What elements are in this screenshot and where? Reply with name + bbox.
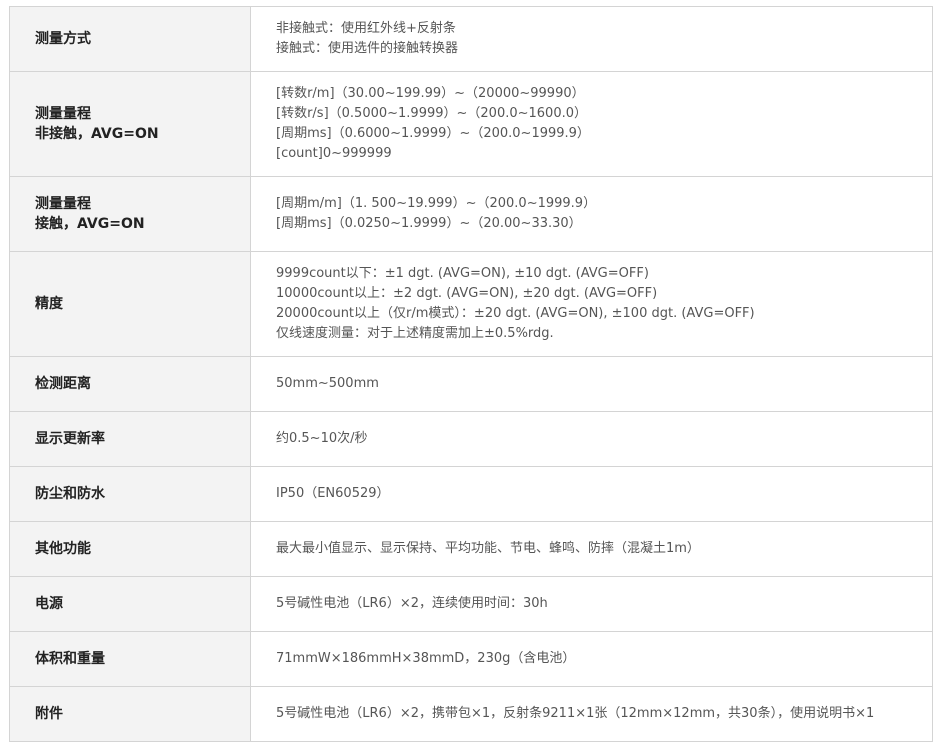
row-value-line: 71mmW×186mmH×38mmD，230g（含电池） bbox=[276, 651, 576, 666]
row-label-cell: 测量量程 非接触，AVG=ON bbox=[9, 71, 251, 177]
row-label: 显示更新率 bbox=[35, 431, 105, 447]
row-label: 附件 bbox=[35, 706, 63, 722]
spec-table-body: 测量方式 非接触式：使用红外线+反射条 接触式：使用选件的接触转换器 测量量程 … bbox=[9, 6, 933, 742]
table-row: 附件 5号碱性电池（LR6）×2，携带包×1，反射条9211×1张（12mm×1… bbox=[9, 686, 933, 742]
row-value-cell: [转数r/m]（30.00~199.99）~（20000~99990） [转数r… bbox=[250, 71, 933, 177]
row-value-cell: 最大最小值显示、显示保持、平均功能、节电、蜂鸣、防摔（混凝土1m） bbox=[250, 521, 933, 577]
row-label-cell: 测量量程 接触，AVG=ON bbox=[9, 176, 251, 252]
table-row: 电源 5号碱性电池（LR6）×2，连续使用时间：30h bbox=[9, 576, 933, 632]
row-value-cell: 约0.5~10次/秒 bbox=[250, 411, 933, 467]
row-value-cell: 50mm~500mm bbox=[250, 356, 933, 412]
table-row: 精度 9999count以下：±1 dgt. (AVG=ON), ±10 dgt… bbox=[9, 251, 933, 357]
row-value-line: 50mm~500mm bbox=[276, 376, 379, 391]
row-value-line: 9999count以下：±1 dgt. (AVG=ON), ±10 dgt. (… bbox=[276, 266, 649, 281]
row-value-line: [count]0~999999 bbox=[276, 146, 392, 161]
table-row: 测量量程 接触，AVG=ON [周期m/m]（1. 500~19.999）~（2… bbox=[9, 176, 933, 252]
row-label: 电源 bbox=[35, 596, 63, 612]
row-value-line: [周期m/m]（1. 500~19.999）~（200.0~1999.9） bbox=[276, 196, 597, 211]
row-value-line: IP50（EN60529） bbox=[276, 486, 390, 501]
table-row: 检测距离 50mm~500mm bbox=[9, 356, 933, 412]
row-value-line: 最大最小值显示、显示保持、平均功能、节电、蜂鸣、防摔（混凝土1m） bbox=[276, 541, 700, 556]
row-label: 体积和重量 bbox=[35, 651, 105, 667]
table-row: 其他功能 最大最小值显示、显示保持、平均功能、节电、蜂鸣、防摔（混凝土1m） bbox=[9, 521, 933, 577]
row-value-cell: 5号碱性电池（LR6）×2，连续使用时间：30h bbox=[250, 576, 933, 632]
table-row: 显示更新率 约0.5~10次/秒 bbox=[9, 411, 933, 467]
row-value-line: 接触式：使用选件的接触转换器 bbox=[276, 41, 459, 56]
row-label-cell: 防尘和防水 bbox=[9, 466, 251, 522]
table-row: 体积和重量 71mmW×186mmH×38mmD，230g（含电池） bbox=[9, 631, 933, 687]
row-label-cell: 电源 bbox=[9, 576, 251, 632]
row-value-cell: [周期m/m]（1. 500~19.999）~（200.0~1999.9） [周… bbox=[250, 176, 933, 252]
row-label-cell: 其他功能 bbox=[9, 521, 251, 577]
row-value-cell: 9999count以下：±1 dgt. (AVG=ON), ±10 dgt. (… bbox=[250, 251, 933, 357]
row-value-line: 非接触式：使用红外线+反射条 bbox=[276, 21, 456, 36]
row-value-line: [周期ms]（0.0250~1.9999）~（20.00~33.30） bbox=[276, 216, 582, 231]
row-label: 测量量程 接触，AVG=ON bbox=[35, 196, 145, 232]
row-value-cell: IP50（EN60529） bbox=[250, 466, 933, 522]
spec-table: 测量方式 非接触式：使用红外线+反射条 接触式：使用选件的接触转换器 测量量程 … bbox=[9, 6, 933, 742]
row-value-line: 20000count以上（仅r/m模式）：±20 dgt. (AVG=ON), … bbox=[276, 306, 755, 321]
row-label-cell: 检测距离 bbox=[9, 356, 251, 412]
row-value-line: 5号碱性电池（LR6）×2，连续使用时间：30h bbox=[276, 596, 548, 611]
row-label: 检测距离 bbox=[35, 376, 91, 392]
row-value-line: 约0.5~10次/秒 bbox=[276, 431, 368, 446]
row-value-line: 仅线速度测量：对于上述精度需加上±0.5%rdg. bbox=[276, 326, 554, 341]
row-label-cell: 测量方式 bbox=[9, 6, 251, 72]
row-label-cell: 显示更新率 bbox=[9, 411, 251, 467]
row-label: 测量方式 bbox=[35, 31, 91, 47]
table-row: 测量方式 非接触式：使用红外线+反射条 接触式：使用选件的接触转换器 bbox=[9, 6, 933, 72]
row-value-cell: 非接触式：使用红外线+反射条 接触式：使用选件的接触转换器 bbox=[250, 6, 933, 72]
row-value-line: [转数r/s]（0.5000~1.9999）~（200.0~1600.0） bbox=[276, 106, 587, 121]
row-label-cell: 体积和重量 bbox=[9, 631, 251, 687]
row-value-cell: 71mmW×186mmH×38mmD，230g（含电池） bbox=[250, 631, 933, 687]
table-row: 测量量程 非接触，AVG=ON [转数r/m]（30.00~199.99）~（2… bbox=[9, 71, 933, 177]
row-label: 其他功能 bbox=[35, 541, 91, 557]
row-value-line: 5号碱性电池（LR6）×2，携带包×1，反射条9211×1张（12mm×12mm… bbox=[276, 706, 875, 721]
table-row: 防尘和防水 IP50（EN60529） bbox=[9, 466, 933, 522]
row-label-cell: 附件 bbox=[9, 686, 251, 742]
row-value-cell: 5号碱性电池（LR6）×2，携带包×1，反射条9211×1张（12mm×12mm… bbox=[250, 686, 933, 742]
row-label-cell: 精度 bbox=[9, 251, 251, 357]
row-label: 精度 bbox=[35, 296, 63, 312]
row-value-line: [转数r/m]（30.00~199.99）~（20000~99990） bbox=[276, 86, 585, 101]
row-value-line: 10000count以上：±2 dgt. (AVG=ON), ±20 dgt. … bbox=[276, 286, 658, 301]
row-value-line: [周期ms]（0.6000~1.9999）~（200.0~1999.9） bbox=[276, 126, 590, 141]
row-label: 测量量程 非接触，AVG=ON bbox=[35, 106, 159, 142]
row-label: 防尘和防水 bbox=[35, 486, 105, 502]
